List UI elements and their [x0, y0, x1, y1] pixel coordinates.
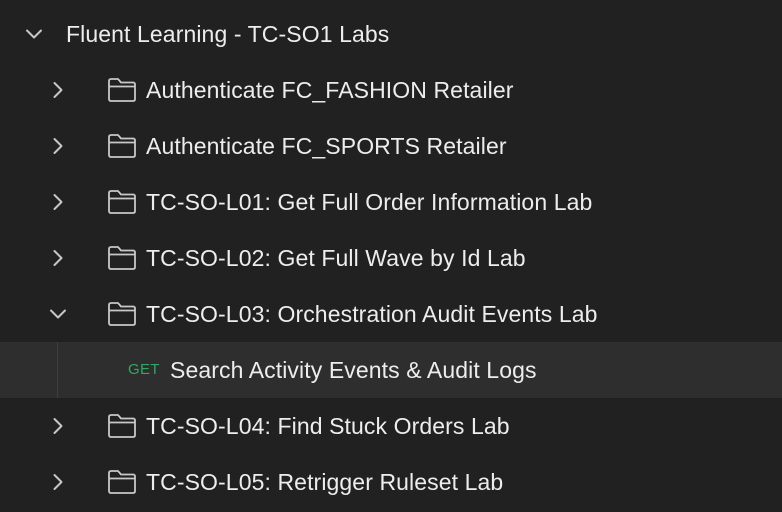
chevron-down-icon[interactable] [48, 304, 68, 324]
folder-row[interactable]: TC-SO-L04: Find Stuck Orders Lab [0, 398, 782, 454]
indent-guide [57, 342, 58, 398]
folder-row[interactable]: Authenticate FC_FASHION Retailer [0, 62, 782, 118]
chevron-right-icon[interactable] [48, 416, 68, 436]
folder-row[interactable]: Authenticate FC_SPORTS Retailer [0, 118, 782, 174]
folder-icon [107, 301, 137, 327]
folder-icon [107, 413, 137, 439]
chevron-right-icon[interactable] [48, 80, 68, 100]
chevron-right-icon[interactable] [48, 472, 68, 492]
collection-row[interactable]: Fluent Learning - TC-SO1 Labs [0, 6, 782, 62]
collection-name: Fluent Learning - TC-SO1 Labs [66, 21, 390, 47]
folder-row[interactable]: TC-SO-L02: Get Full Wave by Id Lab [0, 230, 782, 286]
folder-name: Authenticate FC_SPORTS Retailer [146, 133, 507, 159]
request-row[interactable]: GET Search Activity Events & Audit Logs [0, 342, 782, 398]
folder-name: TC-SO-L01: Get Full Order Information La… [146, 189, 593, 215]
folder-icon [107, 77, 137, 103]
folder-row[interactable]: TC-SO-L05: Retrigger Ruleset Lab [0, 454, 782, 510]
folder-row[interactable]: TC-SO-L03: Orchestration Audit Events La… [0, 286, 782, 342]
folder-icon [107, 469, 137, 495]
folder-name: Authenticate FC_FASHION Retailer [146, 77, 514, 103]
folder-icon [107, 189, 137, 215]
chevron-right-icon[interactable] [48, 248, 68, 268]
chevron-down-icon[interactable] [24, 24, 44, 44]
folder-icon [107, 133, 137, 159]
folder-name: TC-SO-L02: Get Full Wave by Id Lab [146, 245, 526, 271]
chevron-right-icon[interactable] [48, 192, 68, 212]
request-name: Search Activity Events & Audit Logs [170, 357, 537, 383]
request-method-badge: GET [128, 361, 160, 378]
folder-row[interactable]: TC-SO-L01: Get Full Order Information La… [0, 174, 782, 230]
folder-name: TC-SO-L04: Find Stuck Orders Lab [146, 413, 510, 439]
folder-name: TC-SO-L03: Orchestration Audit Events La… [146, 301, 598, 327]
chevron-right-icon[interactable] [48, 136, 68, 156]
collection-tree: Fluent Learning - TC-SO1 Labs Authentica… [0, 6, 782, 510]
folder-name: TC-SO-L05: Retrigger Ruleset Lab [146, 469, 504, 495]
folder-icon [107, 245, 137, 271]
